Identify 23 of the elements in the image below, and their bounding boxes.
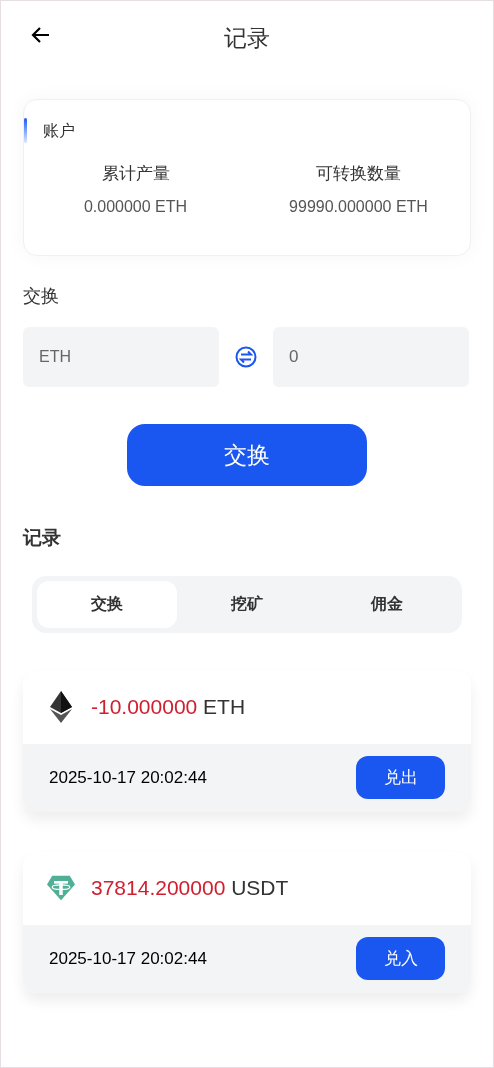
stat-label: 可转换数量 <box>316 163 401 185</box>
stat-value: 99990.000000 ETH <box>289 196 428 217</box>
record-time: 2025-10-17 20:02:44 <box>49 766 207 789</box>
swap-icon <box>235 346 257 368</box>
stat-value: 0.000000 ETH <box>83 196 188 217</box>
page-title: 记录 <box>224 23 270 53</box>
record-tab[interactable]: 交换 <box>37 580 177 628</box>
record-amount: -10.000000 ETH <box>91 694 246 721</box>
stat-label: 累计产量 <box>101 163 170 185</box>
exchange-button[interactable]: 交换 <box>127 424 367 486</box>
account-title: 账户 <box>43 120 75 141</box>
diamond-icon <box>50 691 72 723</box>
exchange-label: 交换 <box>23 285 59 308</box>
amount-field[interactable]: 0 <box>273 327 469 387</box>
record-tab[interactable]: 佣金 <box>317 580 457 628</box>
currency-field[interactable]: ETH <box>23 327 219 387</box>
record-time: 2025-10-17 20:02:44 <box>49 947 207 970</box>
record-tab[interactable]: 挖矿 <box>177 580 317 628</box>
records-title: 记录 <box>23 526 61 550</box>
record-amount: 37814.200000 USDT <box>91 875 289 902</box>
record-action-button[interactable]: 兑入 <box>356 937 445 980</box>
record-action-button[interactable]: 兑出 <box>356 756 445 799</box>
coin-icon <box>47 874 75 902</box>
